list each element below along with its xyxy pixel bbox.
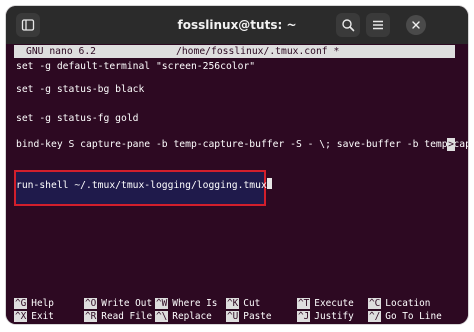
- search-button[interactable]: [336, 13, 360, 37]
- editor-line[interactable]: set -g status-fg gold: [16, 112, 138, 125]
- nano-header-bar: GNU nano 6.2 /home/fosslinux/.tmux.conf …: [14, 45, 455, 58]
- shortcut-bar: ^G Help ^O Write Out ^W Where Is ^K Cut ^T Ex…: [14, 298, 464, 324]
- hamburger-menu-icon: [371, 18, 385, 32]
- shortcut-read-file[interactable]: ^R Read File: [84, 311, 152, 323]
- terminal-window: fosslinux@tuts: ~ GNU nano 6.2 /home/fos…: [6, 6, 468, 324]
- shortcut-write-out[interactable]: ^O Write Out: [84, 298, 152, 310]
- terminal-area[interactable]: GNU nano 6.2 /home/fosslinux/.tmux.conf …: [6, 44, 468, 324]
- titlebar: fosslinux@tuts: ~: [6, 6, 468, 44]
- shortcut-where-is[interactable]: ^W Where Is: [155, 298, 217, 310]
- editor-line[interactable]: set -g status-bg black: [16, 83, 144, 96]
- line-continues-marker: >: [447, 138, 455, 151]
- close-icon: [411, 20, 421, 30]
- new-tab-icon: [21, 18, 35, 32]
- shortcut-cut[interactable]: ^K Cut: [226, 298, 260, 310]
- shortcut-go-to-line[interactable]: ^/Go To Line: [368, 311, 442, 323]
- menu-button[interactable]: [366, 13, 390, 37]
- shortcut-execute[interactable]: ^T Execute: [297, 298, 354, 310]
- editor-line[interactable]: set -g default-terminal "screen-256color…: [16, 60, 255, 73]
- close-button[interactable]: [406, 15, 426, 35]
- shortcut-location[interactable]: ^C Location: [368, 298, 430, 310]
- shortcut-exit[interactable]: ^X Exit: [14, 311, 54, 323]
- file-path: /home/fosslinux/.tmux.conf *: [176, 46, 340, 57]
- search-icon: [341, 18, 355, 32]
- highlighted-editor-line[interactable]: run-shell ~/.tmux/tmux-logging/logging.t…: [16, 178, 272, 191]
- new-tab-button[interactable]: [16, 13, 40, 37]
- window-title: fosslinux@tuts: ~: [177, 18, 297, 32]
- editor-line[interactable]: bind-key S capture-pane -b temp-capture-…: [16, 138, 468, 151]
- shortcut-paste[interactable]: ^U Paste: [226, 311, 272, 323]
- shortcut-help[interactable]: ^G Help: [14, 298, 54, 310]
- text-cursor: [266, 178, 272, 189]
- shortcut-justify[interactable]: ^J Justify: [297, 311, 354, 323]
- shortcut-replace[interactable]: ^\ Replace: [155, 311, 212, 323]
- nano-version: GNU nano 6.2: [26, 46, 96, 57]
